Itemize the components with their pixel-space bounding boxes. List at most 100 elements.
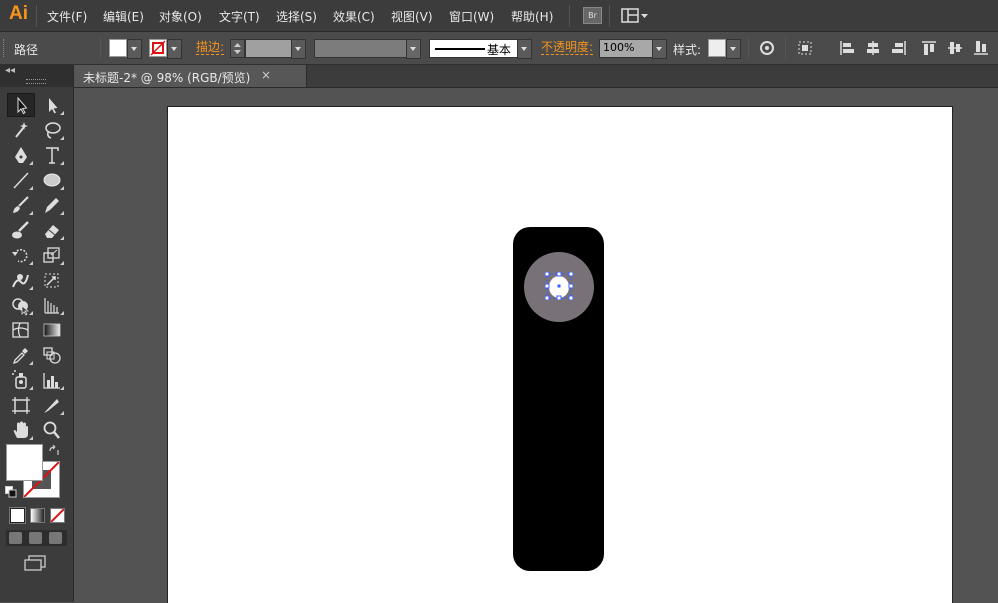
no-stroke-icon xyxy=(150,40,166,56)
brush-dropdown[interactable] xyxy=(517,39,532,59)
brush-name: 基本 xyxy=(487,43,512,57)
scale-tool[interactable] xyxy=(39,244,65,266)
align-vertical-center-button[interactable] xyxy=(946,39,964,57)
type-tool[interactable] xyxy=(39,144,65,166)
opacity-input[interactable]: 100% xyxy=(599,39,653,58)
draw-normal-button[interactable] xyxy=(9,532,22,544)
none-mode-button[interactable] xyxy=(50,508,65,523)
color-wheel-icon xyxy=(760,41,774,55)
screen-mode-icon[interactable] xyxy=(24,555,48,571)
default-fill-stroke-icon[interactable] xyxy=(5,486,17,498)
variable-width-profile[interactable] xyxy=(314,39,408,58)
align-to-selection-icon xyxy=(798,41,821,55)
rotate-tool[interactable] xyxy=(8,244,34,266)
zoom-tool[interactable] xyxy=(39,419,65,441)
gradient-tool[interactable] xyxy=(39,319,65,341)
warp-tool[interactable] xyxy=(8,269,34,291)
menu-object[interactable]: 对象(O) xyxy=(159,8,202,25)
bridge-button[interactable]: Br xyxy=(583,7,602,24)
collapse-panel-icon[interactable]: ◂◂ xyxy=(5,65,15,76)
control-bar: 路径 描边: 基本 不透明度: 100% 样式: xyxy=(0,32,998,65)
align-center-button[interactable] xyxy=(864,39,882,57)
draw-inside-button[interactable] xyxy=(49,532,62,544)
artboard-tool[interactable] xyxy=(8,394,34,416)
close-tab-icon[interactable]: × xyxy=(261,68,271,82)
stroke-dropdown-arrow[interactable] xyxy=(167,39,182,59)
gradient-icon xyxy=(43,323,61,337)
fill-color-swatch[interactable] xyxy=(109,39,127,57)
stroke-weight-input[interactable] xyxy=(245,39,292,58)
menu-edit[interactable]: 编辑(E) xyxy=(103,8,144,25)
align-to-button[interactable] xyxy=(797,39,825,57)
blend-icon xyxy=(43,347,61,364)
selection-tool[interactable] xyxy=(7,93,35,117)
magic-wand-tool[interactable] xyxy=(8,119,34,141)
align-top-button[interactable] xyxy=(920,39,938,57)
lasso-tool[interactable] xyxy=(39,119,65,141)
color-mode-button[interactable] xyxy=(9,507,26,524)
graphic-style-dropdown[interactable] xyxy=(726,39,741,59)
slice-tool[interactable] xyxy=(39,394,65,416)
fill-swatch[interactable] xyxy=(6,444,43,481)
column-graph-tool[interactable] xyxy=(39,369,65,391)
menu-file[interactable]: 文件(F) xyxy=(47,8,87,25)
document-tab[interactable]: 未标题-2* @ 98% (RGB/预览) × xyxy=(74,65,307,87)
align-top-icon xyxy=(922,41,936,55)
blob-brush-tool[interactable] xyxy=(8,219,34,241)
menu-help[interactable]: 帮助(H) xyxy=(511,8,553,25)
blob-brush-icon xyxy=(12,221,29,239)
swap-fill-stroke-icon[interactable] xyxy=(48,445,60,457)
magnifier-icon xyxy=(43,421,60,439)
eraser-tool[interactable] xyxy=(39,219,65,241)
workspace-switcher-button[interactable] xyxy=(621,8,649,23)
eyedropper-tool[interactable] xyxy=(8,344,34,366)
pen-tool[interactable] xyxy=(8,144,34,166)
draw-behind-button[interactable] xyxy=(29,532,42,544)
fill-dropdown-arrow[interactable] xyxy=(127,39,142,59)
line-segment-tool[interactable] xyxy=(8,169,34,191)
direct-selection-tool[interactable] xyxy=(39,94,65,116)
menu-separator xyxy=(569,5,570,26)
drawing-modes-bar xyxy=(6,530,67,546)
magic-wand-icon xyxy=(15,122,28,138)
menu-select[interactable]: 选择(S) xyxy=(276,8,317,25)
align-bottom-button[interactable] xyxy=(972,39,990,57)
opacity-dropdown[interactable] xyxy=(652,39,667,59)
ellipse-tool[interactable] xyxy=(39,169,65,191)
stroke-weight-dropdown[interactable] xyxy=(291,39,306,59)
selection-bounding-box[interactable] xyxy=(545,272,573,300)
pencil-tool[interactable] xyxy=(39,194,65,216)
opacity-label[interactable]: 不透明度: xyxy=(541,41,594,55)
paintbrush-tool[interactable] xyxy=(8,194,34,216)
recolor-artwork-button[interactable] xyxy=(758,39,776,57)
stroke-weight-stepper[interactable] xyxy=(230,39,245,58)
align-left-button[interactable] xyxy=(838,39,856,57)
gradient-mode-button[interactable] xyxy=(30,508,45,523)
hand-tool[interactable] xyxy=(8,419,34,441)
perspective-grid-tool[interactable] xyxy=(39,294,65,316)
shape-builder-tool[interactable] xyxy=(8,294,34,316)
blend-tool[interactable] xyxy=(39,344,65,366)
brush-stroke-preview xyxy=(435,48,485,50)
align-vertical-center-icon xyxy=(948,42,962,54)
document-title: 未标题-2* @ 98% (RGB/预览) xyxy=(83,71,251,85)
variable-width-dropdown[interactable] xyxy=(406,39,421,59)
align-right-button[interactable] xyxy=(890,39,908,57)
mesh-icon xyxy=(12,322,29,338)
menu-effect[interactable]: 效果(C) xyxy=(333,8,375,25)
symbol-sprayer-tool[interactable] xyxy=(8,369,34,391)
tools-panel-header[interactable]: ◂◂ xyxy=(0,65,73,87)
stepper-arrows-icon xyxy=(234,43,241,54)
panel-grip[interactable] xyxy=(26,79,46,84)
stroke-color-swatch[interactable] xyxy=(149,39,167,57)
menu-type[interactable]: 文字(T) xyxy=(219,8,260,25)
brush-definition-field[interactable]: 基本 xyxy=(429,39,518,58)
menu-window[interactable]: 窗口(W) xyxy=(449,8,494,25)
stroke-label[interactable]: 描边: xyxy=(196,41,225,55)
graphic-style-swatch[interactable] xyxy=(708,39,726,57)
menu-view[interactable]: 视图(V) xyxy=(391,8,433,25)
mesh-tool[interactable] xyxy=(8,319,34,341)
free-transform-tool[interactable] xyxy=(39,269,65,291)
control-separator xyxy=(748,38,749,59)
panel-grip[interactable] xyxy=(3,39,7,57)
